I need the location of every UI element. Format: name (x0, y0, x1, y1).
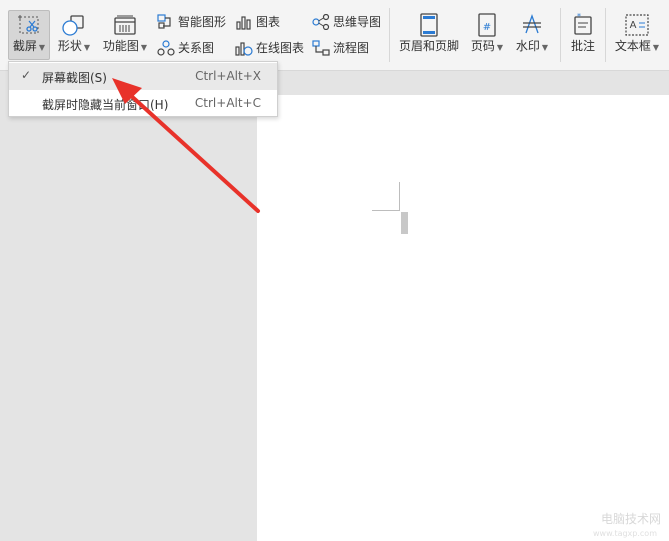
watermark-subtext: www.tagxp.com (593, 529, 657, 538)
watermark-text: 电脑技术网 (600, 512, 661, 526)
annotation-arrow (112, 78, 260, 213)
